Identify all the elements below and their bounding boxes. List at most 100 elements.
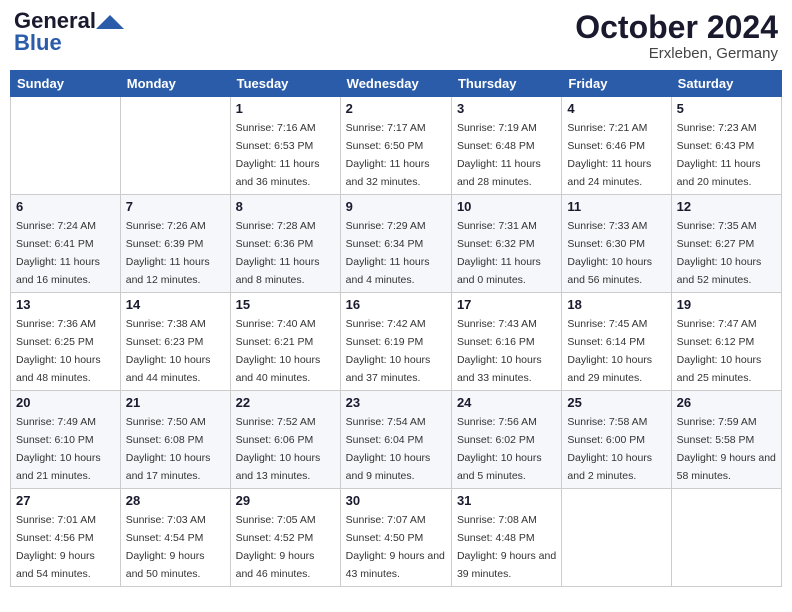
calendar-cell: 30Sunrise: 7:07 AM Sunset: 4:50 PM Dayli…	[340, 489, 451, 587]
calendar-cell: 2 Sunrise: 7:17 AM Sunset: 6:50 PM Daylig…	[340, 97, 451, 195]
day-number: 29	[236, 493, 335, 508]
day-detail: Sunrise: 7:26 AM Sunset: 6:39 PM Dayligh…	[126, 220, 210, 286]
calendar-cell: 31 Sunrise: 7:08 AM Sunset: 4:48 PM Dayli…	[451, 489, 561, 587]
logo-text: General	[14, 10, 96, 32]
day-number: 24	[457, 395, 556, 410]
day-detail: Sunrise: 7:28 AM Sunset: 6:36 PM Dayligh…	[236, 220, 320, 286]
week-row-2: 6 Sunrise: 7:24 AM Sunset: 6:41 PM Daylig…	[11, 195, 782, 293]
calendar-cell: 29 Sunrise: 7:05 AM Sunset: 4:52 PM Dayli…	[230, 489, 340, 587]
calendar-cell: 10 Sunrise: 7:31 AM Sunset: 6:32 PM Dayli…	[451, 195, 561, 293]
day-detail: Sunrise: 7:59 AM Sunset: 5:58 PM Dayligh…	[677, 416, 776, 482]
page-header: General Blue October 2024 Erxleben, Germ…	[10, 10, 782, 62]
day-detail: Sunrise: 7:08 AM Sunset: 4:48 PM Dayligh…	[457, 514, 556, 580]
day-number: 18	[567, 297, 665, 312]
calendar-cell: 26 Sunrise: 7:59 AM Sunset: 5:58 PM Dayli…	[671, 391, 781, 489]
weekday-header-row: SundayMondayTuesdayWednesdayThursdayFrid…	[11, 71, 782, 97]
weekday-header-sunday: Sunday	[11, 71, 121, 97]
calendar-cell: 7 Sunrise: 7:26 AM Sunset: 6:39 PM Daylig…	[120, 195, 230, 293]
day-number: 5	[677, 101, 776, 116]
calendar-cell: 24 Sunrise: 7:56 AM Sunset: 6:02 PM Dayli…	[451, 391, 561, 489]
calendar-cell	[671, 489, 781, 587]
logo-icon	[96, 15, 124, 29]
day-detail: Sunrise: 7:24 AM Sunset: 6:41 PM Dayligh…	[16, 220, 100, 286]
day-detail: Sunrise: 7:23 AM Sunset: 6:43 PM Dayligh…	[677, 122, 761, 188]
day-number: 16	[346, 297, 446, 312]
calendar-cell: 16 Sunrise: 7:42 AM Sunset: 6:19 PM Dayli…	[340, 293, 451, 391]
weekday-header-wednesday: Wednesday	[340, 71, 451, 97]
calendar-cell	[120, 97, 230, 195]
week-row-1: 1 Sunrise: 7:16 AM Sunset: 6:53 PM Daylig…	[11, 97, 782, 195]
day-number: 4	[567, 101, 665, 116]
day-detail: Sunrise: 7:19 AM Sunset: 6:48 PM Dayligh…	[457, 122, 541, 188]
calendar-cell: 22Sunrise: 7:52 AM Sunset: 6:06 PM Dayli…	[230, 391, 340, 489]
day-detail: Sunrise: 7:45 AM Sunset: 6:14 PM Dayligh…	[567, 318, 652, 384]
day-number: 31	[457, 493, 556, 508]
day-number: 9	[346, 199, 446, 214]
calendar-table: SundayMondayTuesdayWednesdayThursdayFrid…	[10, 70, 782, 587]
calendar-cell: 9 Sunrise: 7:29 AM Sunset: 6:34 PM Daylig…	[340, 195, 451, 293]
day-detail: Sunrise: 7:33 AM Sunset: 6:30 PM Dayligh…	[567, 220, 652, 286]
logo: General Blue	[14, 10, 124, 54]
day-detail: Sunrise: 7:29 AM Sunset: 6:34 PM Dayligh…	[346, 220, 430, 286]
day-detail: Sunrise: 7:42 AM Sunset: 6:19 PM Dayligh…	[346, 318, 431, 384]
calendar-cell: 19 Sunrise: 7:47 AM Sunset: 6:12 PM Dayli…	[671, 293, 781, 391]
day-detail: Sunrise: 7:16 AM Sunset: 6:53 PM Dayligh…	[236, 122, 320, 188]
calendar-cell: 21Sunrise: 7:50 AM Sunset: 6:08 PM Dayli…	[120, 391, 230, 489]
day-number: 10	[457, 199, 556, 214]
day-number: 11	[567, 199, 665, 214]
calendar-cell: 18 Sunrise: 7:45 AM Sunset: 6:14 PM Dayli…	[562, 293, 671, 391]
calendar-cell: 13 Sunrise: 7:36 AM Sunset: 6:25 PM Dayli…	[11, 293, 121, 391]
calendar-cell: 5 Sunrise: 7:23 AM Sunset: 6:43 PM Daylig…	[671, 97, 781, 195]
day-detail: Sunrise: 7:36 AM Sunset: 6:25 PM Dayligh…	[16, 318, 101, 384]
title-block: October 2024 Erxleben, Germany	[575, 10, 778, 62]
weekday-header-tuesday: Tuesday	[230, 71, 340, 97]
week-row-3: 13 Sunrise: 7:36 AM Sunset: 6:25 PM Dayli…	[11, 293, 782, 391]
weekday-header-saturday: Saturday	[671, 71, 781, 97]
day-number: 17	[457, 297, 556, 312]
day-detail: Sunrise: 7:05 AM Sunset: 4:52 PM Dayligh…	[236, 514, 316, 580]
calendar-cell: 27 Sunrise: 7:01 AM Sunset: 4:56 PM Dayli…	[11, 489, 121, 587]
day-detail: Sunrise: 7:38 AM Sunset: 6:23 PM Dayligh…	[126, 318, 211, 384]
day-number: 3	[457, 101, 556, 116]
day-detail: Sunrise: 7:01 AM Sunset: 4:56 PM Dayligh…	[16, 514, 96, 580]
calendar-cell: 6 Sunrise: 7:24 AM Sunset: 6:41 PM Daylig…	[11, 195, 121, 293]
day-detail: Sunrise: 7:43 AM Sunset: 6:16 PM Dayligh…	[457, 318, 542, 384]
day-detail: Sunrise: 7:17 AM Sunset: 6:50 PM Dayligh…	[346, 122, 430, 188]
day-number: 19	[677, 297, 776, 312]
day-number: 6	[16, 199, 115, 214]
weekday-header-monday: Monday	[120, 71, 230, 97]
calendar-cell: 4Sunrise: 7:21 AM Sunset: 6:46 PM Daylig…	[562, 97, 671, 195]
calendar-cell: 23 Sunrise: 7:54 AM Sunset: 6:04 PM Dayli…	[340, 391, 451, 489]
day-number: 2	[346, 101, 446, 116]
day-number: 13	[16, 297, 115, 312]
calendar-cell: 1 Sunrise: 7:16 AM Sunset: 6:53 PM Daylig…	[230, 97, 340, 195]
weekday-header-friday: Friday	[562, 71, 671, 97]
day-detail: Sunrise: 7:40 AM Sunset: 6:21 PM Dayligh…	[236, 318, 321, 384]
day-detail: Sunrise: 7:35 AM Sunset: 6:27 PM Dayligh…	[677, 220, 762, 286]
calendar-cell: 17 Sunrise: 7:43 AM Sunset: 6:16 PM Dayli…	[451, 293, 561, 391]
week-row-5: 27 Sunrise: 7:01 AM Sunset: 4:56 PM Dayli…	[11, 489, 782, 587]
calendar-cell	[11, 97, 121, 195]
day-detail: Sunrise: 7:07 AM Sunset: 4:50 PM Dayligh…	[346, 514, 445, 580]
day-detail: Sunrise: 7:56 AM Sunset: 6:02 PM Dayligh…	[457, 416, 542, 482]
day-number: 14	[126, 297, 225, 312]
day-number: 8	[236, 199, 335, 214]
day-detail: Sunrise: 7:47 AM Sunset: 6:12 PM Dayligh…	[677, 318, 762, 384]
day-number: 27	[16, 493, 115, 508]
day-number: 20	[16, 395, 115, 410]
calendar-cell: 12 Sunrise: 7:35 AM Sunset: 6:27 PM Dayli…	[671, 195, 781, 293]
day-number: 21	[126, 395, 225, 410]
day-number: 1	[236, 101, 335, 116]
day-detail: Sunrise: 7:52 AM Sunset: 6:06 PM Dayligh…	[236, 416, 321, 482]
day-detail: Sunrise: 7:54 AM Sunset: 6:04 PM Dayligh…	[346, 416, 431, 482]
calendar-cell: 14 Sunrise: 7:38 AM Sunset: 6:23 PM Dayli…	[120, 293, 230, 391]
weekday-header-thursday: Thursday	[451, 71, 561, 97]
day-number: 23	[346, 395, 446, 410]
location: Erxleben, Germany	[575, 45, 778, 62]
day-detail: Sunrise: 7:31 AM Sunset: 6:32 PM Dayligh…	[457, 220, 541, 286]
calendar-cell: 11 Sunrise: 7:33 AM Sunset: 6:30 PM Dayli…	[562, 195, 671, 293]
calendar-cell	[562, 489, 671, 587]
day-number: 12	[677, 199, 776, 214]
day-number: 7	[126, 199, 225, 214]
day-number: 26	[677, 395, 776, 410]
